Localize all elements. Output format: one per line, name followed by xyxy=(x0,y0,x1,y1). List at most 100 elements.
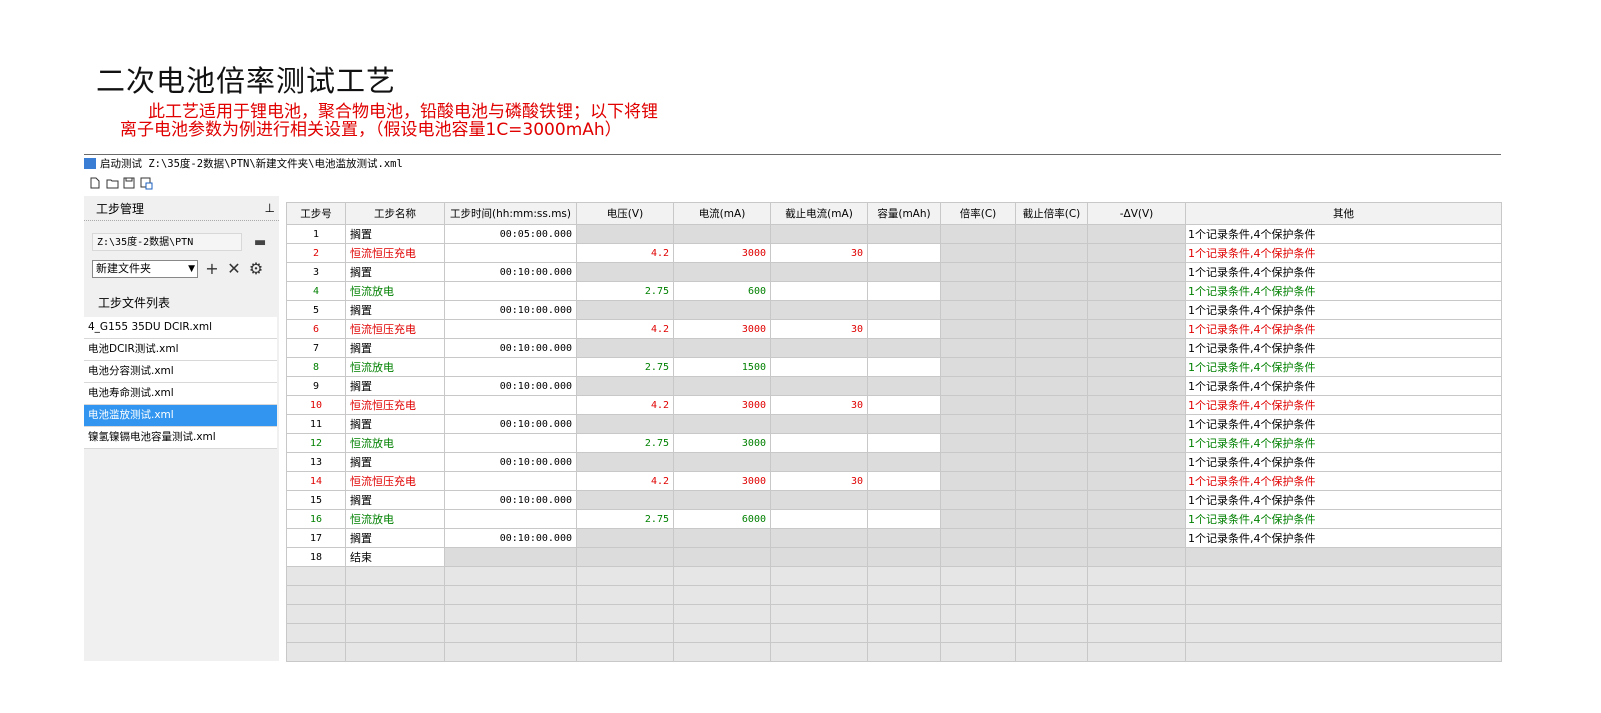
other-cell[interactable]: 1个记录条件,4个保护条件 xyxy=(1185,243,1502,263)
column-header[interactable]: 其他 xyxy=(1185,202,1502,225)
cutoff-rate-cell[interactable] xyxy=(1015,243,1088,263)
rate-cell[interactable] xyxy=(940,395,1016,415)
column-header[interactable]: 截止倍率(C) xyxy=(1015,202,1088,225)
current-cell[interactable]: 3000 xyxy=(673,319,771,339)
delta-v-cell[interactable] xyxy=(1087,452,1186,472)
cutoff-current-cell[interactable]: 30 xyxy=(770,471,868,491)
voltage-cell[interactable]: 2.75 xyxy=(576,281,674,301)
other-cell[interactable]: 1个记录条件,4个保护条件 xyxy=(1185,357,1502,377)
new-file-icon[interactable] xyxy=(89,177,101,189)
current-cell[interactable] xyxy=(673,262,771,282)
current-cell[interactable] xyxy=(673,300,771,320)
voltage-cell[interactable] xyxy=(576,547,674,567)
column-header[interactable]: 容量(mAh) xyxy=(867,202,941,225)
cutoff-current-cell[interactable] xyxy=(770,414,868,434)
delta-v-cell[interactable] xyxy=(1087,300,1186,320)
rate-cell[interactable] xyxy=(940,243,1016,263)
step-name-cell[interactable]: 恒流放电 xyxy=(345,433,445,453)
delta-v-cell[interactable] xyxy=(1087,357,1186,377)
voltage-cell[interactable] xyxy=(576,300,674,320)
rate-cell[interactable] xyxy=(940,357,1016,377)
cutoff-rate-cell[interactable] xyxy=(1015,319,1088,339)
cutoff-current-cell[interactable] xyxy=(770,262,868,282)
current-cell[interactable] xyxy=(673,414,771,434)
delta-v-cell[interactable] xyxy=(1087,224,1186,244)
capacity-cell[interactable] xyxy=(867,300,941,320)
rate-cell[interactable] xyxy=(940,224,1016,244)
step-name-cell[interactable]: 搁置 xyxy=(345,376,445,396)
step-number-cell[interactable]: 7 xyxy=(286,338,346,358)
step-name-cell[interactable]: 恒流恒压充电 xyxy=(345,319,445,339)
cutoff-current-cell[interactable] xyxy=(770,357,868,377)
cutoff-rate-cell[interactable] xyxy=(1015,433,1088,453)
table-row[interactable]: 4 恒流放电 2.75 600 1个记录条件,4个保护条件 xyxy=(286,281,1502,301)
path-field[interactable]: Z:\35度-2数据\PTN xyxy=(92,233,242,251)
step-name-cell[interactable]: 恒流恒压充电 xyxy=(345,471,445,491)
delta-v-cell[interactable] xyxy=(1087,395,1186,415)
capacity-cell[interactable] xyxy=(867,262,941,282)
cutoff-current-cell[interactable]: 30 xyxy=(770,395,868,415)
column-header[interactable]: 工步时间(hh:mm:ss.ms) xyxy=(444,202,577,225)
current-cell[interactable] xyxy=(673,338,771,358)
cutoff-rate-cell[interactable] xyxy=(1015,395,1088,415)
step-time-cell[interactable] xyxy=(444,547,577,567)
add-icon[interactable]: + xyxy=(204,259,220,278)
step-name-cell[interactable]: 恒流放电 xyxy=(345,357,445,377)
list-item[interactable]: 电池寿命测试.xml xyxy=(84,383,277,405)
table-row[interactable]: 3 搁置 00:10:00.000 1个记录条件,4个保护条件 xyxy=(286,262,1502,282)
other-cell[interactable]: 1个记录条件,4个保护条件 xyxy=(1185,376,1502,396)
table-row[interactable]: 6 恒流恒压充电 4.2 3000 30 1个记录条件,4个保护条件 xyxy=(286,319,1502,339)
column-header[interactable]: 电流(mA) xyxy=(673,202,771,225)
voltage-cell[interactable]: 4.2 xyxy=(576,319,674,339)
other-cell[interactable]: 1个记录条件,4个保护条件 xyxy=(1185,262,1502,282)
rate-cell[interactable] xyxy=(940,300,1016,320)
step-time-cell[interactable]: 00:05:00.000 xyxy=(444,224,577,244)
delta-v-cell[interactable] xyxy=(1087,433,1186,453)
delta-v-cell[interactable] xyxy=(1087,281,1186,301)
delta-v-cell[interactable] xyxy=(1087,509,1186,529)
cutoff-rate-cell[interactable] xyxy=(1015,281,1088,301)
cutoff-current-cell[interactable] xyxy=(770,490,868,510)
cutoff-current-cell[interactable] xyxy=(770,281,868,301)
current-cell[interactable]: 600 xyxy=(673,281,771,301)
step-number-cell[interactable]: 13 xyxy=(286,452,346,472)
step-number-cell[interactable]: 2 xyxy=(286,243,346,263)
delta-v-cell[interactable] xyxy=(1087,262,1186,282)
delta-v-cell[interactable] xyxy=(1087,338,1186,358)
cutoff-rate-cell[interactable] xyxy=(1015,528,1088,548)
rate-cell[interactable] xyxy=(940,509,1016,529)
table-row[interactable]: 11 搁置 00:10:00.000 1个记录条件,4个保护条件 xyxy=(286,414,1502,434)
list-item[interactable]: 镍氢镍镉电池容量测试.xml xyxy=(84,427,277,449)
rate-cell[interactable] xyxy=(940,547,1016,567)
save-icon[interactable] xyxy=(123,177,135,189)
rate-cell[interactable] xyxy=(940,319,1016,339)
cutoff-current-cell[interactable]: 30 xyxy=(770,243,868,263)
current-cell[interactable] xyxy=(673,452,771,472)
other-cell[interactable]: 1个记录条件,4个保护条件 xyxy=(1185,395,1502,415)
table-row[interactable]: 13 搁置 00:10:00.000 1个记录条件,4个保护条件 xyxy=(286,452,1502,472)
cutoff-rate-cell[interactable] xyxy=(1015,376,1088,396)
voltage-cell[interactable] xyxy=(576,490,674,510)
capacity-cell[interactable] xyxy=(867,281,941,301)
capacity-cell[interactable] xyxy=(867,509,941,529)
cutoff-rate-cell[interactable] xyxy=(1015,262,1088,282)
cutoff-rate-cell[interactable] xyxy=(1015,452,1088,472)
step-number-cell[interactable]: 16 xyxy=(286,509,346,529)
capacity-cell[interactable] xyxy=(867,224,941,244)
other-cell[interactable]: 1个记录条件,4个保护条件 xyxy=(1185,490,1502,510)
capacity-cell[interactable] xyxy=(867,338,941,358)
other-cell[interactable]: 1个记录条件,4个保护条件 xyxy=(1185,471,1502,491)
table-row[interactable]: 18 结束 xyxy=(286,547,1502,567)
other-cell[interactable]: 1个记录条件,4个保护条件 xyxy=(1185,338,1502,358)
step-number-cell[interactable]: 11 xyxy=(286,414,346,434)
step-number-cell[interactable]: 9 xyxy=(286,376,346,396)
capacity-cell[interactable] xyxy=(867,319,941,339)
step-name-cell[interactable]: 搁置 xyxy=(345,414,445,434)
step-name-cell[interactable]: 恒流放电 xyxy=(345,281,445,301)
step-time-cell[interactable] xyxy=(444,433,577,453)
rate-cell[interactable] xyxy=(940,376,1016,396)
step-time-cell[interactable] xyxy=(444,357,577,377)
step-number-cell[interactable]: 8 xyxy=(286,357,346,377)
folder-select[interactable]: 新建文件夹 ▼ xyxy=(92,259,198,278)
current-cell[interactable]: 3000 xyxy=(673,433,771,453)
